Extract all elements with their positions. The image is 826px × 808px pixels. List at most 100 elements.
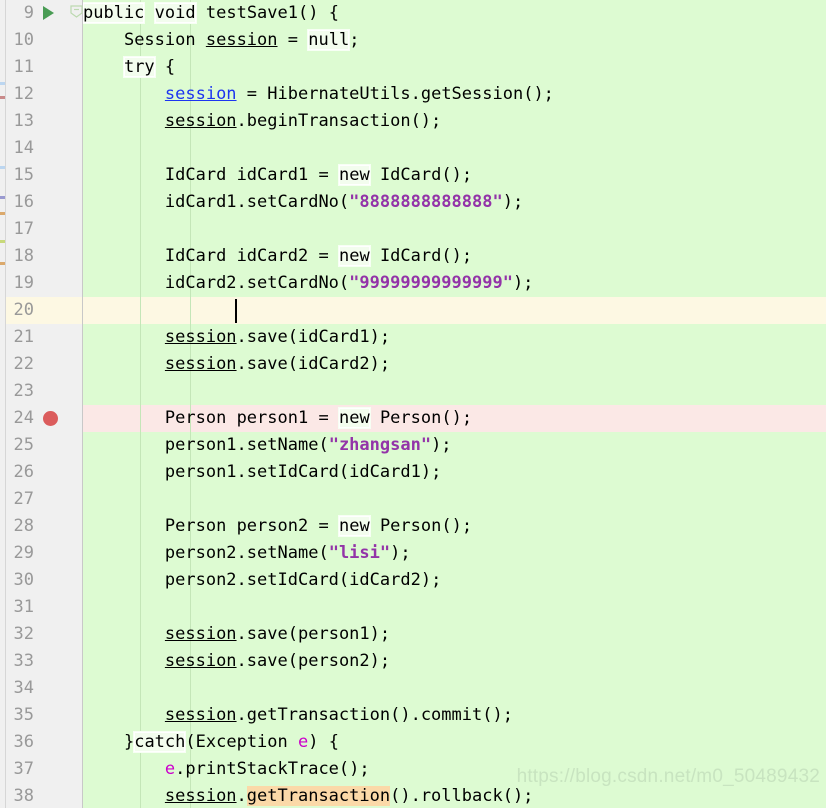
line-number: 12 [13,84,34,104]
fold-region-icon[interactable] [70,5,83,18]
code-line[interactable]: person2.setIdCard(idCard2); [83,567,826,594]
marker-tick [0,82,5,85]
line-number: 21 [13,327,34,347]
punctuation-token: ); [420,462,442,482]
punctuation-token: ( [338,570,350,590]
identifier-token: idCard1 [164,192,237,212]
code-line[interactable]: session.save(person2); [83,648,826,675]
code-line[interactable] [83,378,826,405]
editor-gutter[interactable]: 9 10 11 12 13 14 15 16 17 18 19 20 21 22 23 24 25 26 27 28 2… [0,0,83,808]
code-line[interactable]: Session session = null; [83,27,826,54]
identifier-token: save [246,327,288,347]
field-session: session [164,84,237,104]
punctuation-token: (). [390,705,421,725]
gutter-row[interactable]: 11 [0,54,82,81]
line-number: 26 [13,462,34,482]
code-canvas[interactable]: public void testSave1() { Session sessio… [81,0,826,808]
code-line[interactable]: IdCard idCard1 = new IdCard(); [83,162,826,189]
gutter-row[interactable]: 26 [0,459,82,486]
code-line[interactable]: try { [83,54,826,81]
code-line[interactable] [83,297,826,324]
code-line[interactable] [83,675,826,702]
gutter-row[interactable]: 9 [0,0,83,27]
gutter-row[interactable]: 14 [0,135,82,162]
code-line[interactable]: IdCard idCard2 = new IdCard(); [83,243,826,270]
code-editor[interactable]: public void testSave1() { Session sessio… [0,0,826,808]
code-text[interactable]: public void testSave1() { Session sessio… [81,0,826,808]
punctuation-token: ); [420,570,442,590]
gutter-row[interactable]: 19 [0,270,82,297]
gutter-row[interactable]: 16 [0,189,82,216]
code-line[interactable]: session.save(person1); [83,621,826,648]
identifier-token: IdCard [379,165,442,185]
gutter-row[interactable]: 27 [0,486,82,513]
code-line[interactable]: person1.setIdCard(idCard1); [83,459,826,486]
identifier-token: setCardNo [246,192,339,212]
code-line[interactable]: Person person1 = new Person(); [83,405,826,432]
gutter-row[interactable]: 10 [0,27,82,54]
gutter-row[interactable]: 37 [0,756,82,783]
gutter-row[interactable]: 35 [0,702,82,729]
gutter-row[interactable]: 20 [0,297,82,324]
breakpoint-icon[interactable] [43,411,58,426]
gutter-row[interactable]: 23 [0,378,82,405]
gutter-row[interactable]: 18 [0,243,82,270]
identifier-token: setName [246,435,319,455]
punctuation-token: . [410,84,421,104]
code-line[interactable]: session.save(idCard2); [83,351,826,378]
gutter-row[interactable]: 17 [0,216,82,243]
code-line[interactable]: idCard1.setCardNo("8888888888888"); [83,189,826,216]
gutter-row[interactable]: 24 [0,405,82,432]
line-number: 9 [23,3,34,23]
run-triangle-icon[interactable] [43,6,54,20]
gutter-row[interactable]: 30 [0,567,82,594]
gutter-row[interactable]: 31 [0,594,82,621]
code-line[interactable]: session.getTransaction().commit(); [83,702,826,729]
punctuation-token: ( [287,624,298,644]
gutter-row[interactable]: 29 [0,540,82,567]
parameter-e: e [298,732,309,752]
code-line[interactable]: session.save(idCard1); [83,324,826,351]
code-line[interactable]: person2.setName("lisi"); [83,540,826,567]
identifier-token: save [246,354,288,374]
code-line[interactable]: public void testSave1() { [81,0,826,27]
keyword-token: new [337,515,371,537]
gutter-row[interactable]: 12 [0,81,82,108]
field-session: session [164,624,237,644]
gutter-row[interactable]: 34 [0,675,82,702]
punctuation-token: . [236,705,247,725]
line-number: 33 [13,651,34,671]
gutter-row[interactable]: 15 [0,162,82,189]
code-line[interactable] [83,216,826,243]
code-line[interactable]: }catch(Exception e) { [83,729,826,756]
code-line[interactable]: idCard2.setCardNo("99999999999999"); [83,270,826,297]
code-line[interactable]: Person person2 = new Person(); [83,513,826,540]
gutter-row[interactable]: 25 [0,432,82,459]
punctuation-token: = [318,408,329,428]
string-literal: "8888888888888" [349,192,503,212]
line-number: 34 [13,678,34,698]
code-line[interactable]: session = HibernateUtils.getSession(); [83,81,826,108]
gutter-row[interactable]: 38 [0,783,82,808]
code-line[interactable] [83,594,826,621]
identifier-token: Exception [195,732,288,752]
gutter-row[interactable]: 28 [0,513,82,540]
code-line[interactable]: session.beginTransaction(); [83,108,826,135]
analysis-marker-strip[interactable] [0,0,6,808]
punctuation-token: = [318,246,329,266]
code-line[interactable]: person1.setName("zhangsan"); [83,432,826,459]
identifier-token: person1 [298,624,370,644]
gutter-row[interactable]: 22 [0,351,82,378]
line-number: 37 [13,759,34,779]
code-line[interactable] [83,486,826,513]
gutter-row[interactable]: 36 [0,729,82,756]
punctuation-token: (); [482,705,513,725]
gutter-row[interactable]: 21 [0,324,82,351]
gutter-row[interactable]: 32 [0,621,82,648]
identifier-token: Person [379,408,442,428]
gutter-row[interactable]: 33 [0,648,82,675]
gutter-row[interactable]: 13 [0,108,82,135]
punctuation-token: . [236,570,247,590]
code-line[interactable] [83,135,826,162]
punctuation-token: ); [369,327,391,347]
